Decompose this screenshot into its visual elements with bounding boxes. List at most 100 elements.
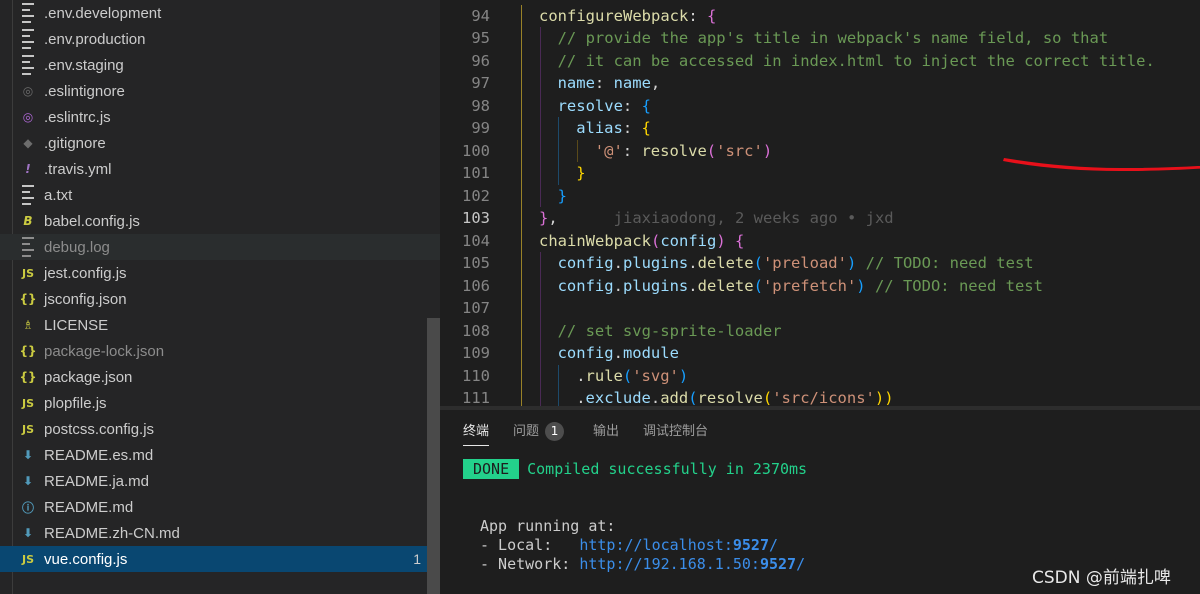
file-item[interactable]: Bbabel.config.js (0, 208, 440, 234)
indent-guide (521, 49, 522, 72)
download-icon: ⬇ (22, 474, 34, 488)
code-line[interactable]: 111 .exclude.add(resolve('src/icons')) (440, 387, 1200, 406)
local-url[interactable]: http://localhost: (579, 536, 733, 554)
code-token: { (706, 6, 717, 25)
local-url-line: - Local: http://localhost:9527/ (480, 536, 778, 554)
code-line[interactable]: 108 // set svg-sprite-loader (440, 319, 1200, 342)
code-token: ( (650, 231, 661, 250)
code-line[interactable]: 106 config.plugins.delete('prefetch') // … (440, 274, 1200, 298)
code-token: // TODO: need test (865, 254, 1034, 272)
file-item[interactable]: JS postcss.config.js (0, 416, 440, 442)
code-line[interactable]: 96 // it can be accessed in index.html to… (440, 49, 1200, 73)
problem-count-badge: 1 (413, 551, 421, 567)
local-port[interactable]: 9527 (733, 536, 769, 554)
code-text: alias: { (576, 117, 651, 140)
code-line[interactable]: 103}, jiaxiaodong, 2 weeks ago • jxd (440, 207, 1200, 230)
code-token: : (622, 141, 642, 160)
file-item[interactable]: {} jsconfig.json (0, 286, 440, 312)
code-line[interactable]: 94 configureWebpack: { (440, 4, 1200, 27)
file-item[interactable]: JS jest.config.js (0, 260, 440, 286)
indent-guide (539, 27, 541, 50)
code-token: config (660, 231, 717, 250)
code-text: // it can be accessed in index.html to i… (558, 50, 1155, 73)
file-name: .env.development (44, 4, 162, 22)
file-item[interactable]: ♗ LICENSE (0, 312, 440, 338)
code-token: configureWebpack (539, 6, 689, 25)
indent-guide (558, 117, 560, 140)
indent-guide (521, 139, 522, 162)
indent-guide (521, 319, 522, 342)
file-item[interactable]: JS vue.config.js 1 (0, 546, 440, 572)
code-line[interactable]: 102} (440, 184, 1200, 208)
code-line[interactable]: 97 name: name, (440, 72, 1200, 95)
indent-guide (539, 94, 541, 117)
local-suffix[interactable]: / (769, 536, 778, 554)
file-item[interactable]: .env.production (0, 26, 440, 52)
file-item[interactable]: debug.log (0, 234, 440, 260)
indent-guide (521, 27, 522, 50)
download-icon: ⬇ (22, 526, 34, 540)
explorer-scrollbar[interactable] (427, 318, 440, 594)
file-name: vue.config.js (44, 550, 128, 568)
tab-problems[interactable]: 问题 1 (513, 420, 565, 441)
file-item[interactable]: .env.staging (0, 52, 440, 78)
tab-terminal[interactable]: 终端 (463, 420, 490, 446)
code-text: } (558, 185, 567, 208)
code-token: ( (762, 389, 773, 406)
file-name: .eslintignore (44, 82, 125, 100)
file-item[interactable]: a.txt (0, 182, 440, 208)
tab-output[interactable]: 输出 (593, 420, 619, 439)
file-item[interactable]: ⬇ README.ja.md (0, 468, 440, 494)
file-name: .travis.yml (44, 160, 112, 178)
file-item[interactable]: .env.development (0, 0, 440, 26)
code-token: alias (576, 119, 623, 137)
indent-guide (539, 387, 541, 406)
file-item[interactable]: ⓘ README.md (0, 494, 440, 520)
file-item[interactable]: {} package.json (0, 364, 440, 390)
network-port[interactable]: 9527 (760, 555, 796, 573)
license-icon: ♗ (22, 318, 34, 332)
code-text: }, jiaxiaodong, 2 weeks ago • jxd (539, 207, 894, 230)
network-url-line: - Network: http://192.168.1.50:9527/ (480, 555, 805, 573)
code-line[interactable]: 99 alias: { (440, 117, 1200, 140)
file-list: .env.development .env.production .env.stag… (0, 0, 440, 572)
file-item[interactable]: ⬇ README.es.md (0, 442, 440, 468)
code-token: . (613, 344, 623, 362)
line-number: 105 (462, 254, 490, 272)
code-line[interactable]: 104 chainWebpack(config) { (440, 229, 1200, 253)
code-line[interactable]: 109 config.module (440, 342, 1200, 365)
code-line[interactable]: 105 config.plugins.delete('preload') // T… (440, 252, 1200, 275)
code-token: 'src' (716, 141, 763, 160)
code-line[interactable]: 110 .rule('svg') (440, 364, 1200, 387)
code-line[interactable]: 95 // provide the app's title in webpack'… (440, 27, 1200, 50)
network-url[interactable]: http://192.168.1.50: (579, 555, 760, 573)
file-item[interactable]: ◆ .gitignore (0, 130, 440, 156)
line-number: 94 (471, 6, 490, 25)
code-token: 'svg' (632, 366, 679, 385)
code-line[interactable]: 107 (440, 297, 1200, 320)
tab-debug-console[interactable]: 调试控制台 (643, 420, 708, 439)
local-url-link[interactable]: http://localhost:9527/ (579, 536, 778, 554)
git-blame-annotation: jiaxiaodong, 2 weeks ago • jxd (557, 209, 894, 227)
code-text: config.plugins.delete('prefetch') // TOD… (558, 275, 1043, 298)
code-line[interactable]: 98 resolve: { (440, 94, 1200, 117)
file-name: debug.log (44, 238, 110, 256)
code-token: . (688, 254, 698, 272)
code-editor[interactable]: 111 .exclude.add(resolve('src/icons')) 110… (440, 0, 1200, 406)
file-item[interactable]: ◎ .eslintrc.js (0, 104, 440, 130)
indent-guide (521, 207, 522, 230)
file-item[interactable]: ◎ .eslintignore (0, 78, 440, 104)
code-text: config.module (558, 342, 679, 365)
network-suffix[interactable]: / (796, 555, 805, 573)
indent-guide (521, 72, 522, 95)
file-item[interactable]: {} package-lock.json (0, 338, 440, 364)
code-token: , (650, 74, 661, 92)
code-token: } (557, 186, 567, 205)
file-name: postcss.config.js (44, 420, 155, 438)
file-item[interactable]: ! .travis.yml (0, 156, 440, 182)
file-item[interactable]: JS plopfile.js (0, 390, 440, 416)
code-text: chainWebpack(config) { (539, 230, 744, 253)
indent-guide (521, 117, 522, 140)
file-item[interactable]: ⬇ README.zh-CN.md (0, 520, 440, 546)
network-url-link[interactable]: http://192.168.1.50:9527/ (579, 555, 805, 573)
